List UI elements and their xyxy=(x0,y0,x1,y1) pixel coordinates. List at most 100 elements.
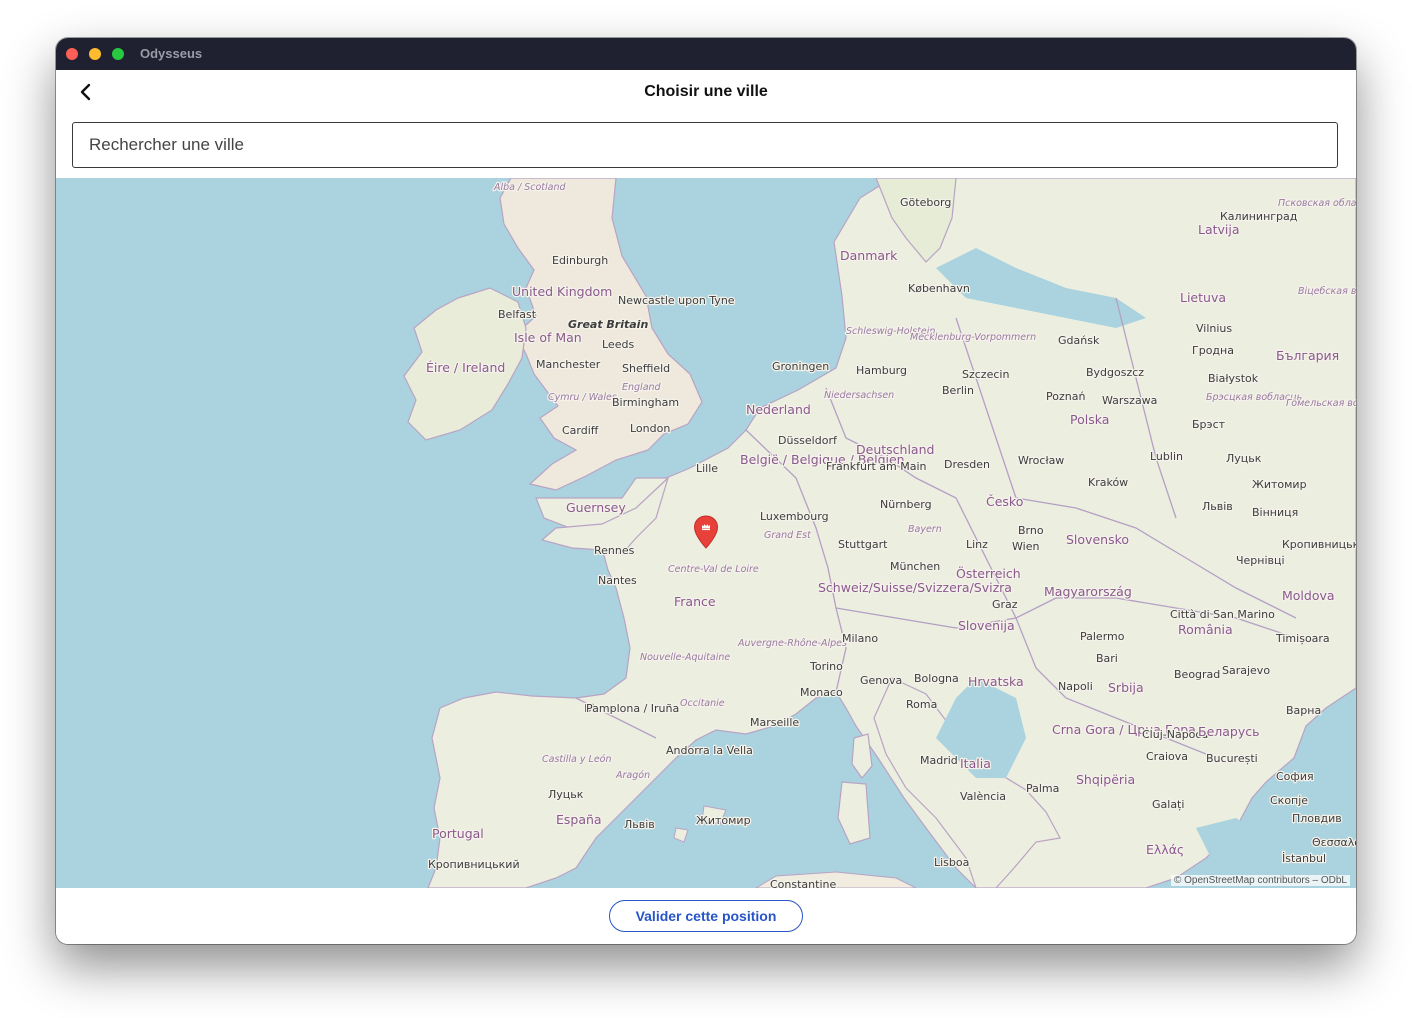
close-window-button[interactable] xyxy=(66,48,78,60)
map-label: Гродна xyxy=(1192,344,1234,357)
map-label: България xyxy=(1276,348,1339,363)
city-search-input[interactable] xyxy=(72,122,1338,168)
map-label: Torino xyxy=(809,660,843,673)
map-label: Hrvatska xyxy=(968,674,1024,689)
map-label: Cymru / Wales xyxy=(548,392,617,403)
map-label: Danmark xyxy=(840,248,898,263)
minimize-window-button[interactable] xyxy=(89,48,101,60)
map-label: Vilnius xyxy=(1196,322,1232,335)
map-label: Brno xyxy=(1018,524,1044,537)
app-window: Odysseus Choisir une ville Rechercher un… xyxy=(56,38,1356,944)
map-attribution[interactable]: © OpenStreetMap contributors – ODbL xyxy=(1170,875,1350,886)
map-label: Гомельская вобласць xyxy=(1286,398,1356,409)
map-label: Pamplona / Iruña xyxy=(586,702,679,715)
map-label: Bari xyxy=(1096,652,1118,665)
map-label: İstanbul xyxy=(1282,852,1326,865)
map-label: София xyxy=(1276,770,1314,783)
map-label: Niedersachsen xyxy=(824,390,894,401)
map-label: Wrocław xyxy=(1018,454,1064,467)
map-label: Linz xyxy=(966,538,988,551)
map-label: Скопје xyxy=(1270,794,1308,807)
map-label: Genova xyxy=(860,674,902,687)
page-title: Choisir une ville xyxy=(644,83,768,100)
map-label: Lisboa xyxy=(934,856,969,869)
map-label: Cardiff xyxy=(562,424,599,437)
map-label: Portugal xyxy=(432,826,484,841)
map-label: Беларусь xyxy=(1198,724,1260,739)
map-label: Варна xyxy=(1286,704,1321,717)
map-label: Marseille xyxy=(750,716,799,729)
map-label: Palma xyxy=(1026,782,1059,795)
map-label: Ελλάς xyxy=(1146,842,1184,857)
map-label: București xyxy=(1206,752,1258,765)
map-pin-icon[interactable] xyxy=(693,515,719,549)
map-label: Nantes xyxy=(598,574,637,587)
map-label: Newcastle upon Tyne xyxy=(618,294,735,307)
map-label: Lietuva xyxy=(1180,290,1226,305)
map-label: Latvija xyxy=(1198,222,1240,237)
map-label: Nürnberg xyxy=(880,498,932,511)
map-label: Hamburg xyxy=(856,364,907,377)
map-label: Białystok xyxy=(1208,372,1259,385)
map-label: Sarajevo xyxy=(1222,664,1270,677)
map-label: Magyarország xyxy=(1044,584,1132,599)
map-label: Bayern xyxy=(908,524,942,535)
map-label: Italia xyxy=(960,756,991,771)
map-label: Dresden xyxy=(944,458,990,471)
map-label: Kraków xyxy=(1088,476,1128,489)
map-label: Belfast xyxy=(498,308,537,321)
map-label: Пловдив xyxy=(1292,812,1342,825)
map-label: Constantine xyxy=(770,878,836,888)
map-label: España xyxy=(556,812,602,827)
map-label: Львів xyxy=(624,818,655,831)
map-label: Вінниця xyxy=(1252,506,1298,519)
map-label: Beograd xyxy=(1174,668,1220,681)
map-label: Milano xyxy=(842,632,878,645)
title-bar: Odysseus xyxy=(56,38,1356,70)
map-label: Guernsey xyxy=(566,500,626,515)
map-label: Česko xyxy=(986,494,1023,509)
map-label: Isle of Man xyxy=(514,330,582,345)
map-label: Szczecin xyxy=(962,368,1009,381)
map-label: Timișoara xyxy=(1275,632,1330,645)
map-label: Stuttgart xyxy=(838,538,888,551)
map-label: Edinburgh xyxy=(552,254,608,267)
map-label: England xyxy=(622,382,662,393)
map-label: Napoli xyxy=(1058,680,1093,693)
map-label: Slovenija xyxy=(958,618,1015,633)
map-label: Луцьк xyxy=(548,788,584,801)
map-label: Alba / Scotland xyxy=(493,182,567,193)
map-label: Luxembourg xyxy=(760,510,829,523)
validate-position-button[interactable]: Valider cette position xyxy=(609,900,803,932)
map-label: Galați xyxy=(1152,798,1184,811)
map-label: Poznań xyxy=(1046,390,1085,403)
map-label: Bydgoszcz xyxy=(1086,366,1144,379)
map-label: Grand Est xyxy=(764,530,812,541)
map-label: Nederland xyxy=(746,402,811,417)
page-header: Choisir une ville xyxy=(56,70,1356,116)
map-label: Craiova xyxy=(1146,750,1188,763)
map-label: Sheffield xyxy=(622,362,670,375)
map-label: Θεσσαλονίκη xyxy=(1312,836,1356,849)
map-label: München xyxy=(890,560,940,573)
map-label: Slovensko xyxy=(1066,532,1129,547)
map-label: Roma xyxy=(906,698,937,711)
map-label: Castilla y León xyxy=(542,754,612,765)
maximize-window-button[interactable] xyxy=(112,48,124,60)
map-label: Frankfurt am Main xyxy=(826,460,927,473)
map-view[interactable]: Alba / Scotland Edinburgh United Kingdom… xyxy=(56,178,1356,888)
map-label: Псковская область xyxy=(1278,198,1356,209)
map-label: London xyxy=(630,422,670,435)
map-label: Lille xyxy=(696,462,718,475)
map-label: Луцьк xyxy=(1226,452,1262,465)
map-label: Centre-Val de Loire xyxy=(668,564,759,575)
map-label: Житомир xyxy=(696,814,751,827)
map-label: Auvergne-Rhône-Alpes xyxy=(737,638,847,649)
map-label: Aragón xyxy=(615,770,650,781)
map-label: Rennes xyxy=(594,544,635,557)
map-label: Lublin xyxy=(1150,450,1183,463)
map-label: Monaco xyxy=(800,686,843,699)
map-label: Чернівці xyxy=(1236,554,1285,567)
footer-bar: Valider cette position xyxy=(56,888,1356,944)
map-label: France xyxy=(674,594,716,609)
